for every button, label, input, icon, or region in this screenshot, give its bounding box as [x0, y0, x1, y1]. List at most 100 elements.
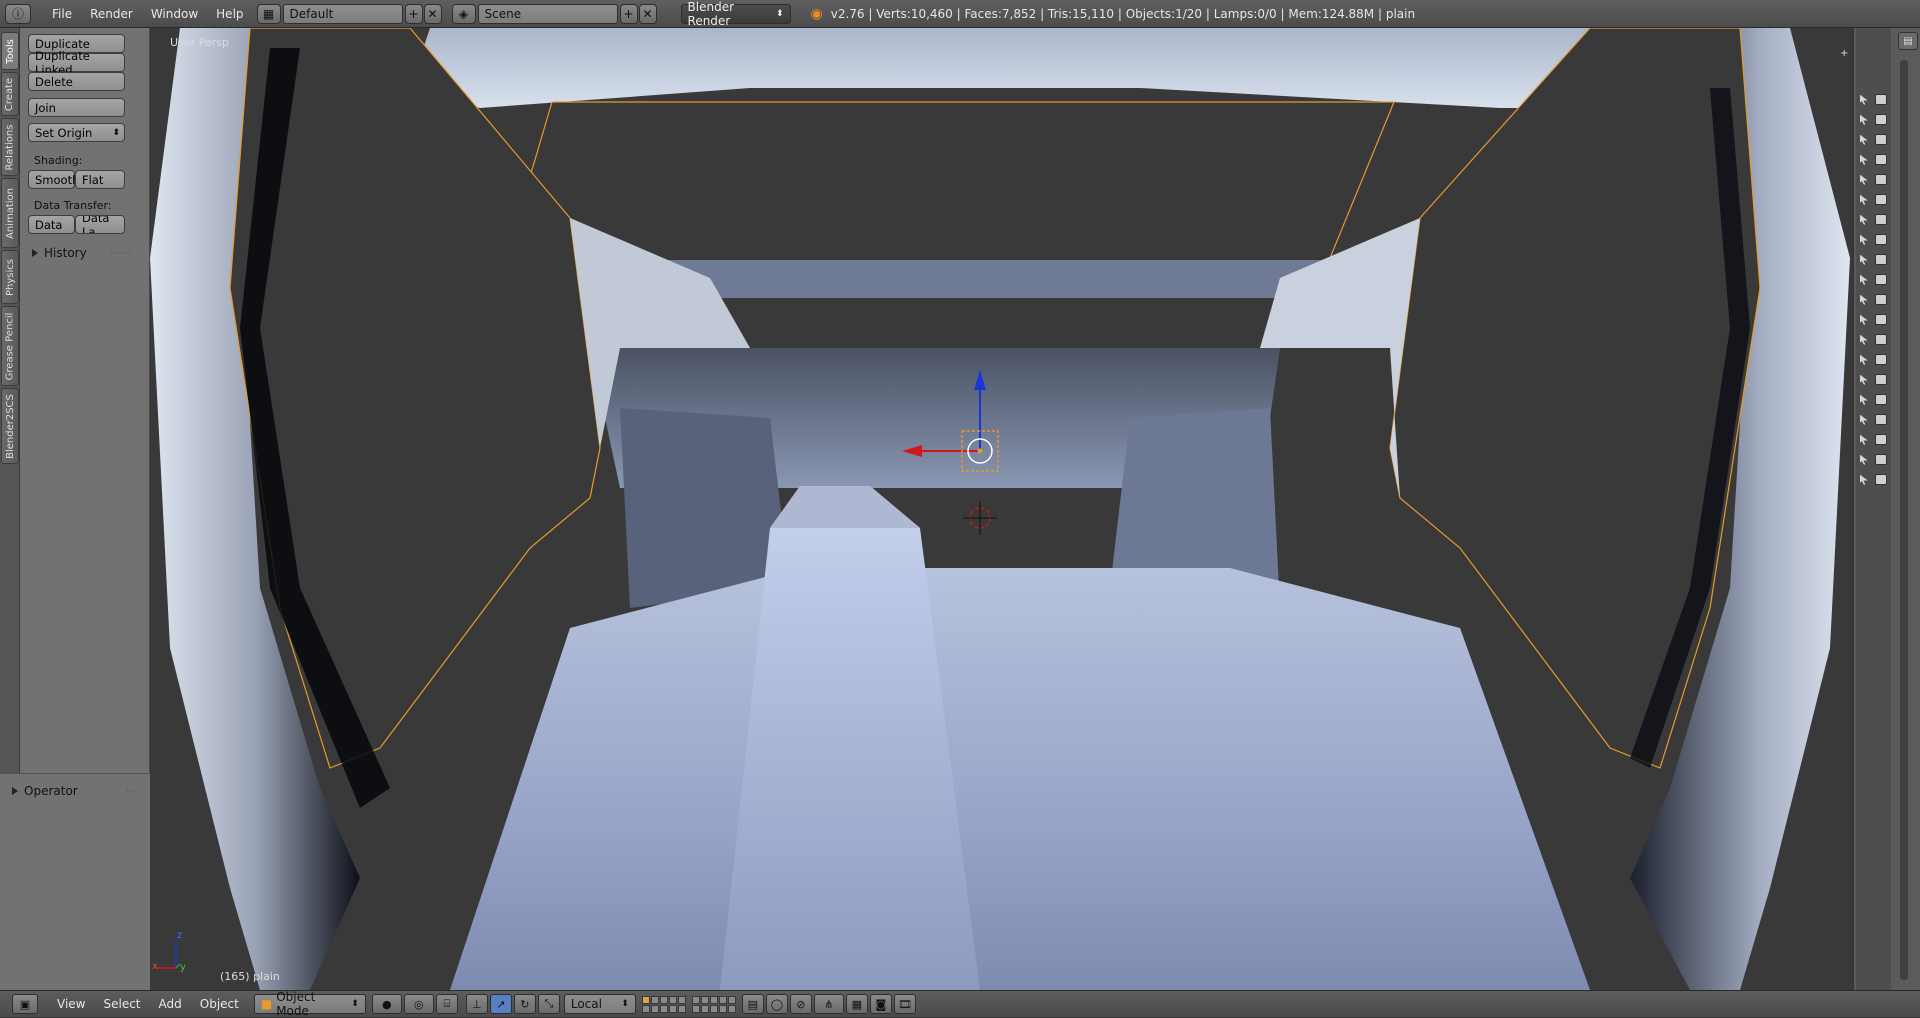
outliner-row[interactable] [1856, 190, 1891, 209]
layer-toggle[interactable] [700, 995, 709, 1004]
transform-orientation-select[interactable]: Local ⬍ [563, 994, 636, 1014]
tab-relations[interactable]: Relations [1, 118, 19, 176]
outliner-row[interactable] [1856, 130, 1891, 149]
select-arrow-icon[interactable] [1859, 254, 1868, 265]
render-camera-icon[interactable] [1875, 474, 1888, 485]
layer-toggle[interactable] [718, 995, 727, 1004]
tab-grease-pencil[interactable]: Grease Pencil [1, 306, 19, 386]
layer-toggle[interactable] [641, 1004, 650, 1013]
select-arrow-icon[interactable] [1859, 334, 1868, 345]
select-arrow-icon[interactable] [1859, 214, 1868, 225]
snap-target-icon[interactable]: ▦ [845, 994, 868, 1014]
outliner-row[interactable] [1856, 390, 1891, 409]
select-arrow-icon[interactable] [1859, 234, 1868, 245]
editor-type-3d-view-icon[interactable]: ▣ [12, 994, 38, 1014]
properties-scrollbar[interactable] [1900, 60, 1908, 980]
select-arrow-icon[interactable] [1859, 434, 1868, 445]
layer-toggle[interactable] [727, 1004, 736, 1013]
select-arrow-icon[interactable] [1859, 414, 1868, 425]
tab-animation[interactable]: Animation [1, 178, 19, 248]
render-camera-icon[interactable] [1875, 234, 1888, 245]
outliner-row[interactable] [1856, 270, 1891, 289]
flat-button[interactable]: Flat [75, 170, 125, 189]
select-arrow-icon[interactable] [1859, 154, 1868, 165]
layer-toggle[interactable] [727, 995, 736, 1004]
outliner-row[interactable] [1856, 230, 1891, 249]
data-transfer-button[interactable]: Data [28, 215, 75, 234]
menu-add[interactable]: Add [150, 997, 191, 1011]
select-arrow-icon[interactable] [1859, 114, 1868, 125]
render-still-icon[interactable]: ◙ [869, 994, 892, 1014]
outliner-row[interactable] [1856, 150, 1891, 169]
layer-toggle[interactable] [668, 995, 677, 1004]
tab-create[interactable]: Create [1, 72, 19, 116]
menu-render[interactable]: Render [81, 7, 142, 21]
tab-blender2scs[interactable]: Blender2SCS [1, 388, 19, 464]
render-camera-icon[interactable] [1875, 394, 1888, 405]
outliner-row[interactable] [1856, 170, 1891, 189]
outliner-row[interactable] [1856, 330, 1891, 349]
render-camera-icon[interactable] [1875, 154, 1888, 165]
pivot-point-icon[interactable]: ◎ [403, 994, 434, 1014]
outliner-row[interactable] [1856, 90, 1891, 109]
viewport-shading-sphere-icon[interactable]: ● [371, 994, 402, 1014]
duplicate-linked-button[interactable]: Duplicate Linked [28, 49, 125, 77]
render-camera-icon[interactable] [1875, 294, 1888, 305]
3d-viewport[interactable]: User Persp (165) plain z y x + [150, 28, 1853, 990]
render-camera-icon[interactable] [1875, 454, 1888, 465]
menu-select[interactable]: Select [94, 997, 149, 1011]
lock-camera-icon[interactable]: ▤ [741, 994, 764, 1014]
select-arrow-icon[interactable] [1859, 354, 1868, 365]
render-camera-icon[interactable] [1875, 254, 1888, 265]
screen-layout-field[interactable]: Default [282, 3, 403, 24]
layer-grid-left[interactable] [641, 995, 686, 1013]
layer-toggle[interactable] [709, 1004, 718, 1013]
data-layout-button[interactable]: Data La [75, 215, 125, 234]
menu-help[interactable]: Help [207, 7, 252, 21]
layer-grid-right[interactable] [691, 995, 736, 1013]
outliner-row[interactable] [1856, 210, 1891, 229]
render-camera-icon[interactable] [1875, 414, 1888, 425]
select-arrow-icon[interactable] [1859, 314, 1868, 325]
menu-object[interactable]: Object [191, 997, 248, 1011]
layer-toggle[interactable] [668, 1004, 677, 1013]
editor-type-info-icon[interactable]: ⓘ [5, 3, 31, 24]
layer-toggle[interactable] [650, 1004, 659, 1013]
manipulator-toggle-icon[interactable]: ⊥ [465, 994, 488, 1014]
outliner-row[interactable] [1856, 470, 1891, 489]
snap-icon[interactable]: ⊘ [789, 994, 812, 1014]
set-origin-dropdown[interactable]: Set Origin ⬍ [28, 123, 125, 142]
outliner-row[interactable] [1856, 410, 1891, 429]
smooth-button[interactable]: Smooth [28, 170, 79, 189]
outliner-row[interactable] [1856, 110, 1891, 129]
scene-render[interactable] [150, 28, 1853, 990]
menu-file[interactable]: File [43, 7, 81, 21]
add-scene-plus-icon[interactable]: + [619, 3, 638, 24]
proportional-edit-icon[interactable]: ◯ [765, 994, 788, 1014]
scene-field[interactable]: Scene [477, 3, 618, 24]
layer-toggle[interactable] [691, 1004, 700, 1013]
translate-manipulator-icon[interactable]: ↗ [489, 994, 512, 1014]
render-camera-icon[interactable] [1875, 354, 1888, 365]
rotate-manipulator-icon[interactable]: ↻ [513, 994, 536, 1014]
render-camera-icon[interactable] [1875, 134, 1888, 145]
select-arrow-icon[interactable] [1859, 394, 1868, 405]
tab-tools[interactable]: Tools [1, 32, 19, 70]
viewport-region-plus-icon[interactable]: + [1840, 48, 1848, 59]
outliner-row[interactable] [1856, 450, 1891, 469]
render-camera-icon[interactable] [1875, 214, 1888, 225]
layer-toggle[interactable] [709, 995, 718, 1004]
select-arrow-icon[interactable] [1859, 374, 1868, 385]
render-camera-icon[interactable] [1875, 194, 1888, 205]
render-camera-icon[interactable] [1875, 174, 1888, 185]
render-camera-icon[interactable] [1875, 374, 1888, 385]
render-camera-icon[interactable] [1875, 434, 1888, 445]
remove-screen-close-icon[interactable]: ✕ [423, 3, 442, 24]
layer-toggle[interactable] [659, 1004, 668, 1013]
outliner-row[interactable] [1856, 310, 1891, 329]
remove-scene-close-icon[interactable]: ✕ [638, 3, 657, 24]
layer-toggle[interactable] [718, 1004, 727, 1013]
tab-physics[interactable]: Physics [1, 250, 19, 304]
drag-grip-icon[interactable]: ⋯ [126, 786, 137, 797]
layer-toggle[interactable] [641, 995, 650, 1004]
